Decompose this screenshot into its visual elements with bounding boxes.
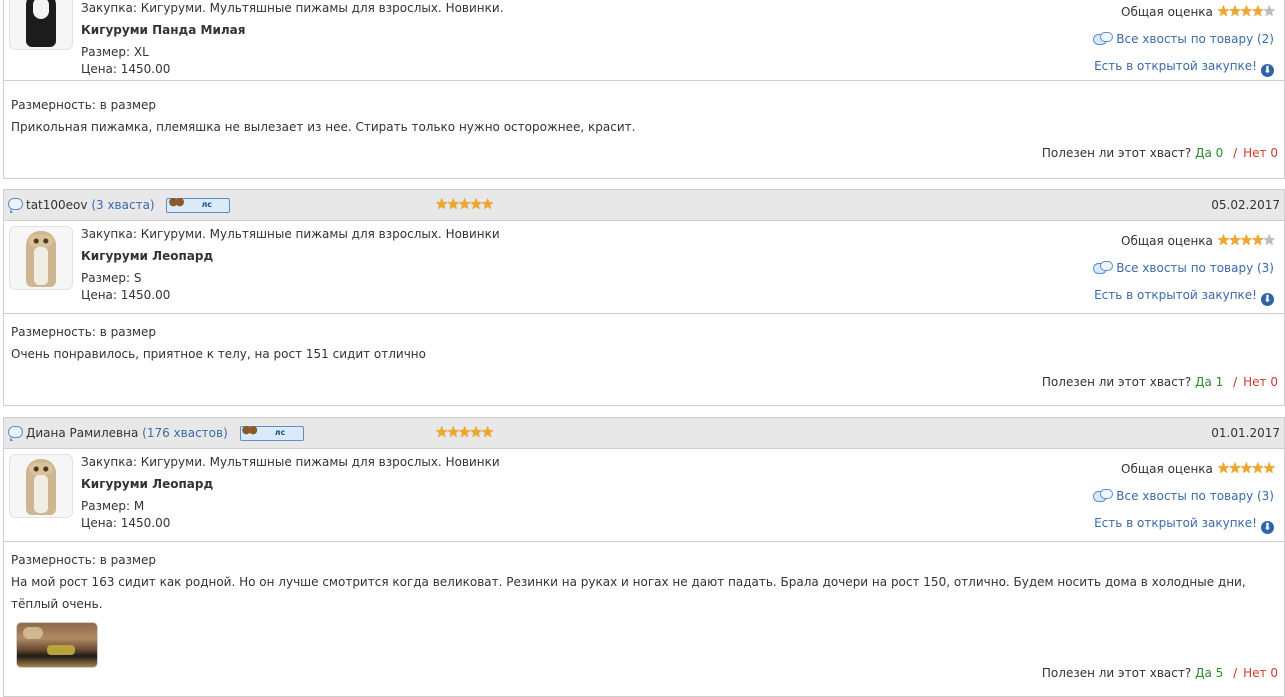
review-card: Закупка: Кигуруми. Мультяшные пижамы для… — [3, 0, 1285, 179]
review-body: Размерность: в размер Прикольная пижамка… — [11, 94, 1277, 138]
vote-yes[interactable]: Да 1 — [1195, 375, 1223, 389]
star-empty-icon: ★ — [1262, 2, 1276, 20]
review-header: Диана Рамилевна (176 хвастов) ●● лс ★★★★★… — [4, 418, 1284, 449]
review-photo[interactable] — [16, 622, 98, 668]
username[interactable]: Диана Рамилевна — [26, 426, 138, 440]
purchase-name: Закупка: Кигуруми. Мультяшные пижамы для… — [81, 227, 500, 241]
comment-icon — [8, 198, 23, 213]
vote-yes[interactable]: Да 5 — [1195, 666, 1223, 680]
vote-no[interactable]: Нет 0 — [1243, 375, 1278, 389]
product-block: Закупка: Кигуруми. Мультяшные пижамы для… — [4, 221, 1284, 314]
star-filled-icon: ★ — [1262, 459, 1276, 477]
all-tails-link[interactable]: Все хвосты по товару (3) — [1116, 489, 1274, 503]
users-icon: ●● — [168, 195, 184, 208]
comment-icon — [8, 426, 23, 441]
star-filled-icon: ★ — [480, 423, 495, 441]
open-purchase-link[interactable]: Есть в открытой закупке! — [1094, 288, 1257, 302]
all-tails-link[interactable]: Все хвосты по товару (3) — [1116, 261, 1274, 275]
purchase-name: Закупка: Кигуруми. Мультяшные пижамы для… — [81, 455, 500, 469]
review-text: Очень понравилось, приятное к телу, на р… — [11, 347, 426, 361]
size-fit: Размерность: в размер — [11, 98, 157, 112]
open-purchase-link[interactable]: Есть в открытой закупке! — [1094, 516, 1257, 530]
download-arrow-icon[interactable]: ⬇ — [1261, 64, 1274, 77]
product-block: Закупка: Кигуруми. Мультяшные пижамы для… — [4, 449, 1284, 542]
purchase-name: Закупка: Кигуруми. Мультяшные пижамы для… — [81, 1, 504, 15]
product-name[interactable]: Кигуруми Леопард — [81, 249, 213, 263]
rating-stars: ★★★★★ — [1217, 459, 1276, 477]
users-icon: ●● — [241, 423, 258, 436]
review-date: 01.01.2017 — [1211, 426, 1280, 440]
product-block: Закупка: Кигуруми. Мультяшные пижамы для… — [4, 0, 1284, 81]
product-name[interactable]: Кигуруми Леопард — [81, 477, 213, 491]
star-empty-icon: ★ — [1262, 231, 1276, 249]
user-review-count[interactable]: (3 хваста) — [91, 198, 154, 212]
product-price: Цена: 1450.00 — [81, 288, 171, 302]
size-fit: Размерность: в размер — [11, 325, 157, 339]
comments-icon — [1093, 32, 1114, 46]
vote-no[interactable]: Нет 0 — [1243, 666, 1278, 680]
star-filled-icon: ★ — [480, 195, 495, 213]
review-date: 05.02.2017 — [1211, 198, 1280, 212]
product-price: Цена: 1450.00 — [81, 62, 171, 76]
review-header: tat100eov (3 хваста) ●● лс ★★★★★ 05.02.20… — [4, 190, 1284, 221]
private-message-button[interactable]: ●● лс — [166, 195, 231, 213]
overall-rating: Общая оценка ★★★★★ — [1121, 231, 1276, 249]
product-name[interactable]: Кигуруми Панда Милая — [81, 23, 245, 37]
download-arrow-icon[interactable]: ⬇ — [1261, 293, 1274, 306]
product-price: Цена: 1450.00 — [81, 516, 171, 530]
overall-rating: Общая оценка ★★★★★ — [1121, 459, 1276, 477]
rating-stars: ★★★★★ — [435, 423, 495, 441]
rating-stars: ★★★★★ — [1217, 2, 1276, 20]
review-text: На мой рост 163 сидит как родной. Но он … — [11, 575, 1246, 611]
comments-icon — [1093, 261, 1114, 275]
review-body: Размерность: в размер Очень понравилось,… — [11, 321, 1277, 365]
open-purchase-link[interactable]: Есть в открытой закупке! — [1094, 59, 1257, 73]
overall-rating: Общая оценка ★★★★★ — [1121, 2, 1276, 20]
helpful-vote: Полезен ли этот хваст? Да 5 /Нет 0 — [1041, 666, 1278, 680]
private-message-button[interactable]: ●● лс — [239, 423, 304, 441]
review-card: tat100eov (3 хваста) ●● лс ★★★★★ 05.02.20… — [3, 189, 1285, 406]
review-text: Прикольная пижамка, племяшка не вылезает… — [11, 120, 636, 134]
rating-stars: ★★★★★ — [1217, 231, 1276, 249]
helpful-vote: Полезен ли этот хваст? Да 1 /Нет 0 — [1041, 375, 1278, 389]
size-fit: Размерность: в размер — [11, 553, 157, 567]
product-thumbnail[interactable] — [9, 226, 73, 290]
product-thumbnail[interactable] — [9, 0, 73, 50]
comments-icon — [1093, 489, 1114, 503]
helpful-vote: Полезен ли этот хваст? Да 0 /Нет 0 — [1041, 146, 1278, 160]
rating-stars: ★★★★★ — [435, 195, 495, 213]
product-thumbnail[interactable] — [9, 454, 73, 518]
review-body: Размерность: в размер На мой рост 163 си… — [11, 549, 1277, 668]
username[interactable]: tat100eov — [26, 198, 88, 212]
all-tails-link[interactable]: Все хвосты по товару (2) — [1116, 32, 1274, 46]
vote-yes[interactable]: Да 0 — [1195, 146, 1223, 160]
download-arrow-icon[interactable]: ⬇ — [1261, 521, 1274, 534]
user-review-count[interactable]: (176 хвастов) — [142, 426, 228, 440]
vote-no[interactable]: Нет 0 — [1243, 146, 1278, 160]
review-card: Диана Рамилевна (176 хвастов) ●● лс ★★★★★… — [3, 417, 1285, 697]
